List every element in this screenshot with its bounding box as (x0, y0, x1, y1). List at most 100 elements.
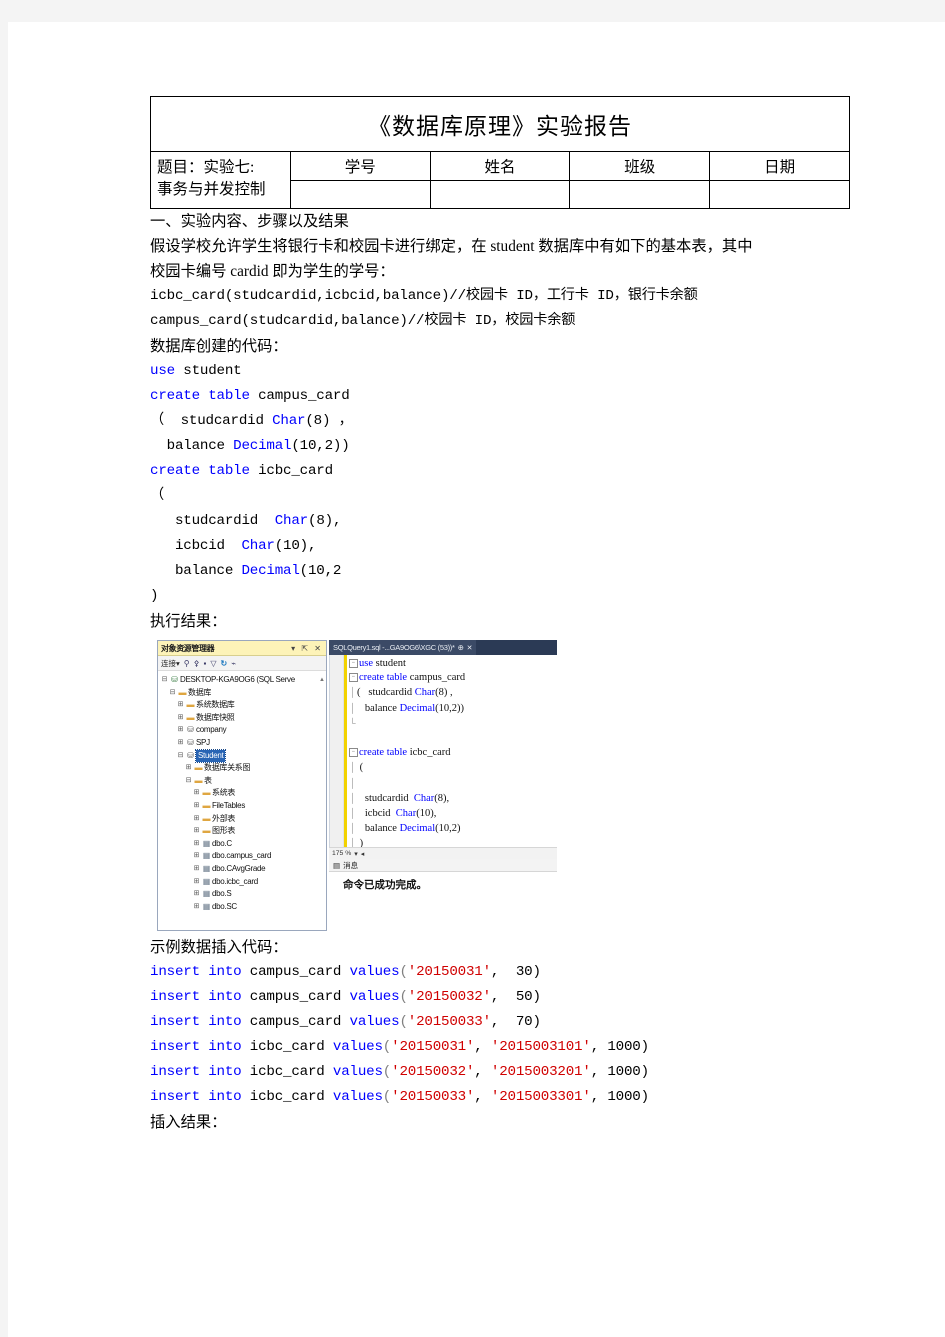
expand-icon[interactable]: ⊞ (176, 712, 185, 725)
tree-item[interactable]: ⊟ ⛁ Student (160, 748, 326, 764)
header-value-name[interactable] (429, 180, 571, 209)
pin-icon[interactable]: ⊕ (458, 643, 464, 652)
tree-item[interactable]: ⊟ ▬ 表 (160, 775, 326, 788)
editor-gutter (330, 655, 344, 847)
tree-item-label: dbo.C (212, 838, 232, 848)
scroll-up-icon[interactable]: ▲ (319, 674, 326, 687)
tree-item[interactable]: ⊞ ▬ 数据库关系图 (160, 762, 326, 775)
tree-item[interactable]: ⊞ ▦ dbo.campus_card (160, 850, 326, 863)
tree-item-label: 数据库关系图 (204, 763, 251, 773)
query-editor-panel: SQLQuery1.sql -...GA9OG6\XGC (53))* ⊕ ✕ … (329, 640, 557, 931)
message-text: 命令已成功完成。 (329, 872, 557, 931)
fold-collapse-icon[interactable]: − (349, 748, 358, 758)
collapse-icon[interactable]: ⊟ (184, 775, 193, 788)
folder-icon: ▬ (178, 687, 187, 697)
expand-icon[interactable]: ⊞ (192, 850, 201, 863)
connect-icon[interactable]: ⚲ (184, 659, 190, 668)
tree-item[interactable]: ⊞ ▬ FileTables (160, 800, 326, 813)
create-code-label: 数据库创建的代码： (150, 338, 288, 355)
tree-item[interactable]: ⊞ ⛁ company (160, 724, 326, 737)
table-row-title: 《数据库原理》实验报告 (150, 96, 850, 152)
messages-icon: ▤ (333, 860, 341, 870)
disconnect-icon[interactable]: ⚴ (194, 659, 200, 668)
tree-item[interactable]: ⊞ ▬ 数据库快照 (160, 712, 326, 725)
tree-item[interactable]: ⊟ ▬ 数据库 (160, 687, 326, 700)
zoom-level[interactable]: 175 % (332, 850, 351, 857)
close-icon[interactable]: ✕ (467, 644, 473, 652)
collapse-icon[interactable]: ⊟ (160, 674, 169, 687)
editor-tabbar: SQLQuery1.sql -...GA9OG6\XGC (53))* ⊕ ✕ (329, 640, 557, 655)
db-icon: ⛁ (187, 725, 194, 735)
expand-icon[interactable]: ⊞ (192, 901, 201, 914)
fold-collapse-icon[interactable]: − (349, 673, 358, 683)
folder-icon: ▬ (202, 826, 211, 836)
create-sql-block: use student create table campus_card （ stu… (150, 359, 850, 609)
schema-line-campus: campus_card(studcardid,balance)//校园卡 ID，… (150, 313, 576, 329)
tree-item-label: SPJ (196, 737, 210, 747)
fold-guide-icon: │ (349, 702, 356, 713)
expand-icon[interactable]: ⊞ (192, 838, 201, 851)
tab-sqlquery1[interactable]: SQLQuery1.sql -...GA9OG6\XGC (53))* ⊕ ✕ (329, 640, 477, 655)
table-row-labels: 题目：实验七: 事务与并发控制 学号 姓名 班级 日期 (150, 151, 850, 209)
tab-messages[interactable]: 消息 (343, 860, 358, 871)
expand-icon[interactable]: ⊞ (192, 800, 201, 813)
expand-icon[interactable]: ⊞ (184, 762, 193, 775)
tree-item[interactable]: ⊞ ▬ 外部表 (160, 813, 326, 826)
expand-icon[interactable]: ⊞ (192, 863, 201, 876)
expand-icon[interactable]: ⊞ (192, 888, 201, 901)
tree-item[interactable]: ⊞ ▬ 图形表 (160, 825, 326, 838)
editor-code-text[interactable]: − use student − create table campus_card │( … (349, 657, 557, 847)
filter-icon[interactable]: ▽ (210, 659, 216, 668)
expand-icon[interactable]: ⊞ (176, 699, 185, 712)
expand-icon[interactable]: ⊞ (192, 876, 201, 889)
header-value-class[interactable] (569, 180, 711, 209)
tree-item-label: 数据库 (188, 687, 212, 697)
expand-icon[interactable]: ⊞ (192, 825, 201, 838)
folder-icon: ▬ (202, 788, 211, 798)
tree-item-label: 图形表 (212, 826, 236, 836)
tree-item[interactable]: ⊞ ▦ dbo.S (160, 888, 326, 901)
panel-window-icons[interactable]: ▾ ⇱ ✕ (291, 644, 323, 653)
fold-end-icon: └ (349, 717, 356, 728)
tree-item[interactable]: ⊞ ▦ dbo.SC (160, 901, 326, 914)
expand-icon[interactable]: ⊞ (176, 724, 185, 737)
object-explorer-titlebar: 对象资源管理器 ▾ ⇱ ✕ (158, 641, 326, 656)
table-icon: ▦ (202, 901, 211, 911)
tree-item[interactable]: ⊞ ▦ dbo.icbc_card (160, 876, 326, 889)
refresh-icon[interactable]: ↻ (220, 659, 227, 668)
code-line: （ (150, 488, 164, 504)
editor-code-area[interactable]: − use student − create table campus_card │( … (329, 655, 557, 847)
tree-item[interactable]: ⊞ ▦ dbo.C (160, 838, 326, 851)
collapse-icon[interactable]: ⊟ (168, 687, 177, 700)
editor-code-line: │ balance Decimal(10,2) (349, 823, 461, 835)
activity-icon[interactable]: ⌁ (231, 659, 236, 668)
tree-item[interactable]: ⊟ ⛁ DESKTOP-KGA9OG6 (SQL Serve ▲ (160, 674, 326, 687)
header-value-student-id[interactable] (289, 180, 431, 209)
fold-guide-icon: │ (349, 823, 356, 834)
tree-item[interactable]: ⊞ ▬ 系统表 (160, 787, 326, 800)
collapse-icon[interactable]: ⊟ (176, 750, 185, 763)
editor-code-line: │ ) (349, 836, 557, 847)
code-line: insert into campus_card values('20150031… (150, 964, 541, 980)
connect-button[interactable]: 连接▾ (161, 658, 180, 669)
fold-collapse-icon[interactable]: − (349, 659, 358, 669)
header-label-date: 日期 (709, 151, 850, 181)
header-value-date[interactable] (709, 180, 850, 209)
folder-icon: ▬ (202, 800, 211, 810)
tree-item[interactable]: ⊞ ▦ dbo.CAvgGrade (160, 863, 326, 876)
editor-code-line: │ studcardid Char(8), (349, 792, 450, 804)
expand-icon[interactable]: ⊞ (192, 787, 201, 800)
stop-icon[interactable]: ▪ (203, 659, 206, 668)
hscroll-left-icon[interactable]: ◂ (361, 850, 364, 858)
tree-item[interactable]: ⊞ ▬ 系统数据库 (160, 699, 326, 712)
tree-item[interactable]: ⊞ ⛁ SPJ (160, 737, 326, 750)
table-icon: ▦ (202, 838, 211, 848)
tree-item-label: dbo.campus_card (212, 851, 272, 861)
folder-icon: ▬ (202, 813, 211, 823)
server-icon: ⛁ (171, 675, 178, 684)
chevron-down-icon[interactable]: ▾ (354, 850, 357, 858)
expand-icon[interactable]: ⊞ (192, 813, 201, 826)
expand-icon[interactable]: ⊞ (176, 737, 185, 750)
tab-label: SQLQuery1.sql -...GA9OG6\XGC (53))* (333, 643, 455, 652)
subject-line-2: 事务与并发控制 (157, 181, 266, 198)
